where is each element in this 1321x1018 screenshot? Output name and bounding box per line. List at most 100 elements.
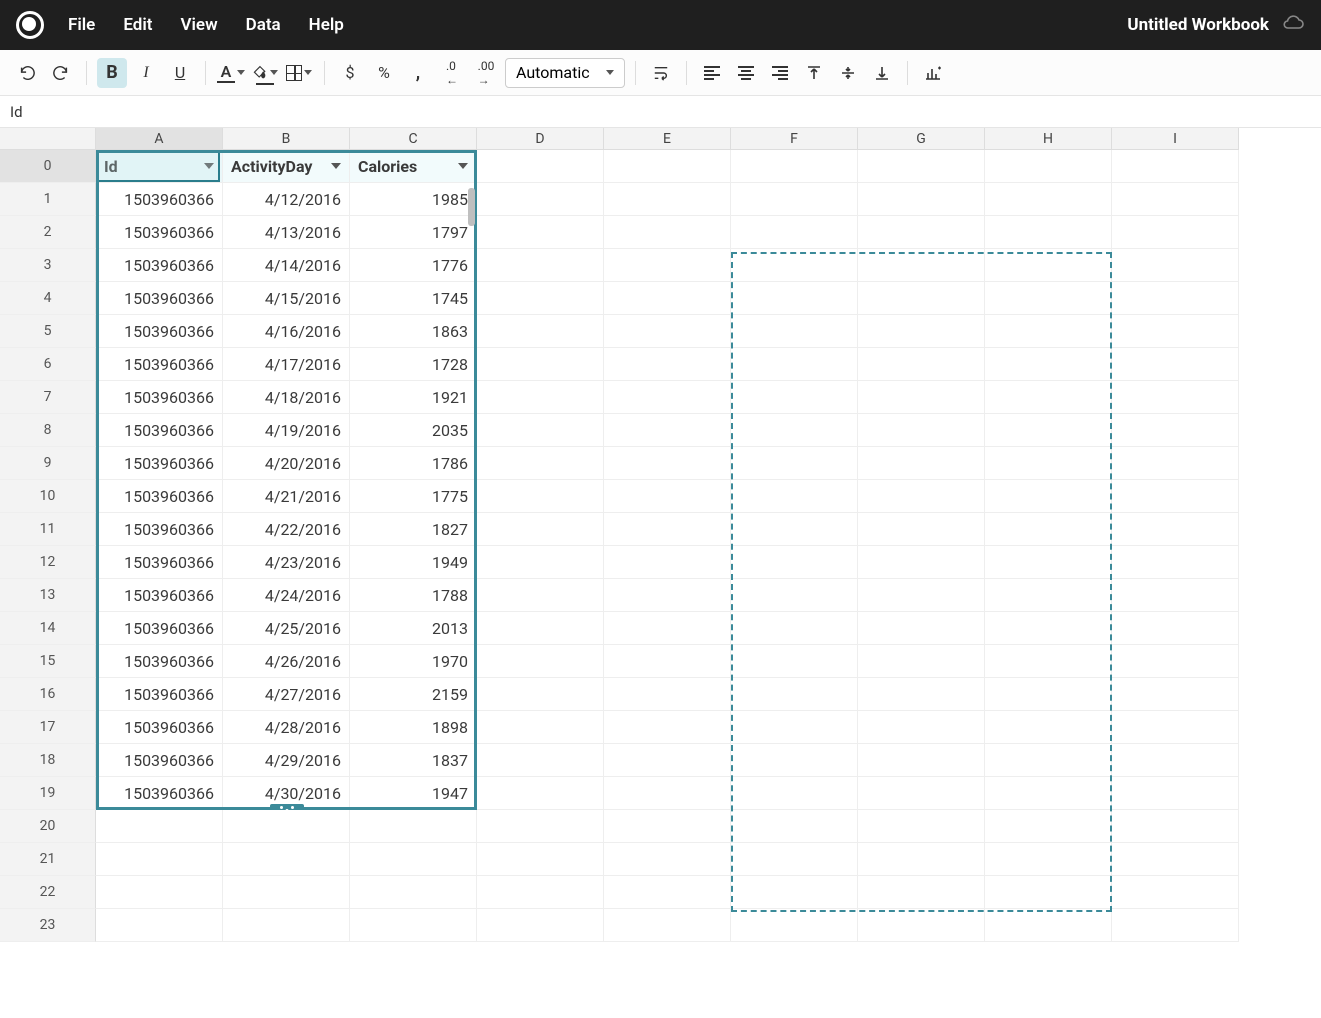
cell[interactable] [1112, 810, 1239, 843]
cell[interactable]: 1503960366 [96, 249, 223, 282]
row-header[interactable]: 19 [0, 777, 96, 810]
cell[interactable] [731, 777, 858, 810]
row-header[interactable]: 16 [0, 678, 96, 711]
cell[interactable]: 1797 [350, 216, 477, 249]
cell[interactable] [604, 150, 731, 183]
cell[interactable]: 1947 [350, 777, 477, 810]
cell[interactable] [731, 480, 858, 513]
row-header[interactable]: 3 [0, 249, 96, 282]
cell[interactable] [604, 777, 731, 810]
cell[interactable] [604, 810, 731, 843]
cell[interactable] [985, 645, 1112, 678]
cell[interactable] [604, 216, 731, 249]
app-logo-icon[interactable] [16, 11, 44, 39]
cell[interactable] [985, 909, 1112, 942]
comma-button[interactable]: , [403, 58, 433, 88]
cell[interactable]: 4/17/2016 [223, 348, 350, 381]
cell[interactable] [985, 579, 1112, 612]
cell[interactable] [477, 216, 604, 249]
cell[interactable] [731, 612, 858, 645]
cell[interactable]: 1503960366 [96, 447, 223, 480]
cell[interactable]: 4/29/2016 [223, 744, 350, 777]
cell[interactable] [1112, 513, 1239, 546]
cell[interactable] [858, 678, 985, 711]
menu-view[interactable]: View [180, 15, 217, 35]
cell[interactable]: 4/21/2016 [223, 480, 350, 513]
cell[interactable] [731, 645, 858, 678]
cell[interactable] [477, 810, 604, 843]
cell[interactable]: 1503960366 [96, 414, 223, 447]
cell[interactable]: ActivityDay [223, 150, 350, 183]
cell[interactable] [604, 447, 731, 480]
cell[interactable] [1112, 480, 1239, 513]
cell[interactable] [731, 546, 858, 579]
cell[interactable] [985, 612, 1112, 645]
fill-color-button[interactable] [250, 58, 280, 88]
cell[interactable] [858, 249, 985, 282]
cell[interactable] [1112, 216, 1239, 249]
cell[interactable] [985, 480, 1112, 513]
cell[interactable] [731, 414, 858, 447]
filter-dropdown-icon[interactable] [204, 163, 214, 169]
cell[interactable] [477, 447, 604, 480]
cell[interactable] [604, 414, 731, 447]
cell[interactable] [985, 843, 1112, 876]
cell[interactable] [731, 744, 858, 777]
cell[interactable] [858, 381, 985, 414]
cell[interactable] [477, 315, 604, 348]
cell[interactable] [1112, 348, 1239, 381]
col-header-c[interactable]: C [350, 128, 477, 150]
cell[interactable] [1112, 612, 1239, 645]
cell[interactable] [985, 414, 1112, 447]
cell[interactable] [858, 546, 985, 579]
cell[interactable]: 1786 [350, 447, 477, 480]
increase-decimal-button[interactable]: .00→ [471, 58, 501, 88]
cell[interactable]: 4/12/2016 [223, 183, 350, 216]
cell[interactable] [731, 579, 858, 612]
cell[interactable] [858, 348, 985, 381]
insert-chart-button[interactable] [918, 58, 948, 88]
cell[interactable]: Id [96, 150, 223, 183]
cell[interactable]: 1503960366 [96, 744, 223, 777]
cell[interactable] [858, 216, 985, 249]
col-header-d[interactable]: D [477, 128, 604, 150]
cell[interactable]: 2013 [350, 612, 477, 645]
row-header[interactable]: 10 [0, 480, 96, 513]
cell[interactable] [604, 612, 731, 645]
cell[interactable] [96, 876, 223, 909]
cell[interactable] [858, 414, 985, 447]
cell[interactable] [1112, 678, 1239, 711]
cell[interactable] [985, 744, 1112, 777]
cell[interactable] [604, 876, 731, 909]
cell[interactable]: 1503960366 [96, 711, 223, 744]
menu-help[interactable]: Help [309, 15, 344, 35]
cell[interactable] [223, 909, 350, 942]
row-header[interactable]: 17 [0, 711, 96, 744]
cell[interactable]: 1503960366 [96, 777, 223, 810]
row-header[interactable]: 6 [0, 348, 96, 381]
cell[interactable] [858, 513, 985, 546]
cell[interactable] [731, 810, 858, 843]
decrease-decimal-button[interactable]: .0← [437, 58, 467, 88]
valign-top-button[interactable] [799, 58, 829, 88]
align-center-button[interactable] [731, 58, 761, 88]
row-header[interactable]: 12 [0, 546, 96, 579]
cell[interactable]: 1837 [350, 744, 477, 777]
percent-button[interactable]: % [369, 58, 399, 88]
cell[interactable] [731, 348, 858, 381]
cell[interactable] [731, 183, 858, 216]
row-header[interactable]: 0 [0, 150, 96, 183]
row-header[interactable]: 22 [0, 876, 96, 909]
cell[interactable]: 1921 [350, 381, 477, 414]
cell[interactable] [858, 909, 985, 942]
cell[interactable] [858, 810, 985, 843]
currency-button[interactable]: $ [335, 58, 365, 88]
cell[interactable] [1112, 645, 1239, 678]
cell[interactable] [858, 282, 985, 315]
cell[interactable] [604, 282, 731, 315]
cell[interactable] [858, 711, 985, 744]
bold-button[interactable]: B [97, 58, 127, 88]
cell[interactable]: 1503960366 [96, 678, 223, 711]
cell[interactable] [604, 513, 731, 546]
cell[interactable]: 4/20/2016 [223, 447, 350, 480]
